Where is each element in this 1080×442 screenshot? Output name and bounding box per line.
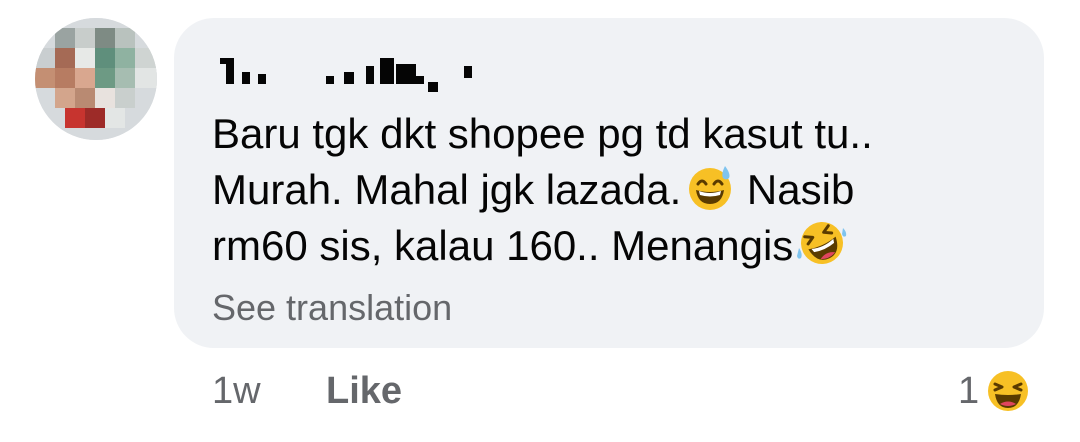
like-button[interactable]: Like bbox=[326, 370, 402, 413]
avatar[interactable] bbox=[35, 18, 157, 140]
comment-line-2-text: Murah. Mahal jgk lazada. bbox=[212, 166, 682, 213]
reaction-count: 1 bbox=[958, 369, 980, 412]
obscured-name-graphic bbox=[220, 58, 472, 92]
comment-line-2: Murah. Mahal jgk lazada. Nasib bbox=[212, 162, 1012, 218]
comment-line-1: Baru tgk dkt shopee pg td kasut tu.. bbox=[212, 110, 873, 157]
comment-line-2-tail: Nasib bbox=[746, 166, 855, 213]
comment-author-name-obscured[interactable] bbox=[220, 52, 480, 99]
reaction-summary[interactable]: 1 bbox=[958, 364, 1033, 418]
avatar-image bbox=[35, 18, 157, 140]
grinning-sweat-icon bbox=[689, 166, 732, 210]
comment-line-3-text: rm60 sis, kalau 160.. Menangis bbox=[212, 222, 794, 269]
comment-timestamp[interactable]: 1w bbox=[212, 370, 261, 413]
rolling-laughing-icon bbox=[797, 222, 847, 264]
comment-line-3: rm60 sis, kalau 160.. Menangis bbox=[212, 218, 1012, 274]
haha-icon bbox=[985, 368, 1032, 414]
see-translation-link[interactable]: See translation bbox=[212, 287, 452, 329]
comment-text: Baru tgk dkt shopee pg td kasut tu.. Mur… bbox=[212, 106, 1012, 274]
